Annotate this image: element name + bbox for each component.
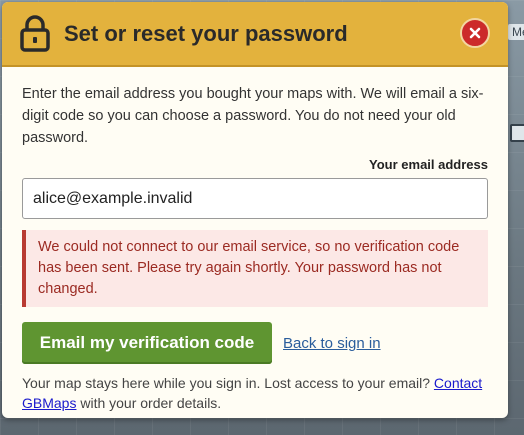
footer-text: Your map stays here while you sign in. L… bbox=[22, 373, 488, 413]
password-dialog: Set or reset your password Enter the ema… bbox=[2, 2, 508, 418]
close-button[interactable] bbox=[460, 18, 490, 48]
dialog-title: Set or reset your password bbox=[64, 21, 348, 46]
email-field[interactable] bbox=[22, 178, 488, 219]
close-icon bbox=[469, 27, 481, 39]
footer-prefix: Your map stays here while you sign in. L… bbox=[22, 375, 431, 391]
lock-icon bbox=[20, 15, 50, 52]
error-message: We could not connect to our email servic… bbox=[22, 230, 488, 307]
map-place-label: Mes bbox=[508, 24, 524, 40]
email-label: Your email address bbox=[369, 157, 488, 172]
footer-suffix: with your order details. bbox=[80, 395, 222, 411]
dialog-body: Enter the email address you bought your … bbox=[2, 67, 508, 413]
dialog-actions: Email my verification code Back to sign … bbox=[22, 322, 488, 364]
dialog-header: Set or reset your password bbox=[2, 2, 508, 67]
intro-text: Enter the email address you bought your … bbox=[22, 86, 484, 146]
back-to-sign-in-link[interactable]: Back to sign in bbox=[283, 335, 381, 352]
email-verification-code-button[interactable]: Email my verification code bbox=[22, 322, 272, 364]
map-layers-icon bbox=[510, 124, 524, 142]
